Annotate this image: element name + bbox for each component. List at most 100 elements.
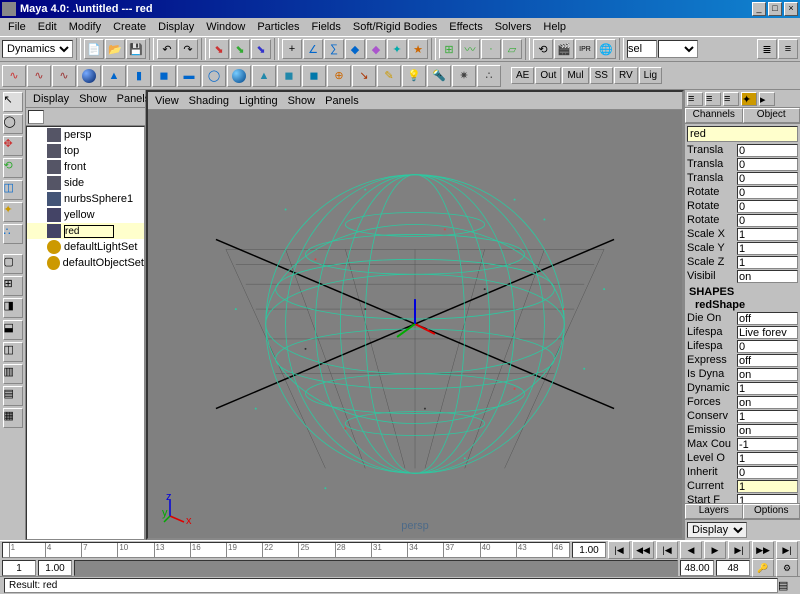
last-tool[interactable]: ∴ [3,224,23,244]
shelf-curve-3[interactable]: ∿ [52,65,76,87]
outliner-display-menu[interactable]: Display [28,92,74,106]
quick-render-button[interactable]: 🎬 [554,39,574,59]
shelf-ik[interactable]: ↘ [352,65,376,87]
layers-tab[interactable]: Layers [685,504,743,519]
shelf-joint[interactable]: ⊕ [327,65,351,87]
shelf-emitter[interactable]: ✷ [452,65,476,87]
playback-start-input[interactable] [38,560,72,576]
mask-handle-button[interactable]: ★ [408,39,428,59]
shelf-cube2[interactable]: ◼ [302,65,326,87]
shelf-particle[interactable]: ∴ [477,65,501,87]
redo-button[interactable]: ↷ [178,39,198,59]
key-fwd-button[interactable]: ▶| [728,541,750,559]
shape-name[interactable]: redShape [687,299,798,311]
show-manip-tool[interactable]: ✦ [3,202,23,222]
menu-window[interactable]: Window [200,20,251,34]
outliner-filter-icon[interactable] [28,110,44,124]
channels-tab[interactable]: Channels [685,108,743,123]
shelf-cone-blue[interactable]: ▲ [102,65,126,87]
ipr-button[interactable]: IPR [575,39,595,59]
range-start-input[interactable] [2,560,36,576]
channel-object-name[interactable]: red [687,126,798,142]
command-type-dropdown[interactable] [658,40,698,58]
outliner-tree[interactable]: persptopfrontsidenurbsSphere1yellowdefau… [26,126,145,540]
outliner-item-front[interactable]: front [27,159,144,175]
object-tab[interactable]: Object [743,108,800,123]
shelf-tab-out[interactable]: Out [535,67,561,84]
shelf-cube1[interactable]: ◼ [277,65,301,87]
layers-dropdown[interactable]: Display [687,522,747,538]
current-frame-input[interactable] [572,542,606,558]
outliner-item-defaultObjectSet[interactable]: defaultObjectSet [27,255,144,271]
shelf-plane-blue[interactable]: ▬ [177,65,201,87]
shelf-tab-ae[interactable]: AE [511,67,534,84]
auto-key-button[interactable]: 🔑 [752,559,774,577]
shelf-tab-ss[interactable]: SS [590,67,613,84]
render-globals-button[interactable]: 🌐 [596,39,616,59]
mask-hull-button[interactable]: ◆ [366,39,386,59]
shelf-light2[interactable]: 🔦 [427,65,451,87]
time-slider[interactable]: 14710131619222528313437404346 [2,542,570,558]
options-tab[interactable]: Options [743,504,800,519]
menu-effects[interactable]: Effects [443,20,488,34]
mask-edge-button[interactable]: ∠ [303,39,323,59]
menu-softrigidbodies[interactable]: Soft/Rigid Bodies [347,20,443,34]
scale-tool[interactable]: ◫ [3,180,23,200]
shelf-cone2[interactable]: ▲ [252,65,276,87]
shelf-torus-blue[interactable]: ◯ [202,65,226,87]
outliner-item-top[interactable]: top [27,143,144,159]
channel-icon-2[interactable]: ≡ [705,92,721,106]
outliner-item-red[interactable] [27,223,144,239]
layout-custom-1[interactable]: ▥ [3,364,23,384]
channel-box-toggle[interactable]: ≣ [757,39,777,59]
lighting-menu[interactable]: Lighting [234,94,283,108]
save-scene-button[interactable]: 💾 [126,39,146,59]
playback-end-input[interactable] [680,560,714,576]
script-editor-button[interactable]: ▤ [778,579,796,593]
goto-start-button[interactable]: |◀ [608,541,630,559]
mask-vertex-button[interactable]: + [282,39,302,59]
shelf-tab-rv[interactable]: RV [614,67,638,84]
command-input[interactable] [627,40,657,58]
menu-fields[interactable]: Fields [306,20,347,34]
menu-file[interactable]: File [2,20,32,34]
snap-curve-button[interactable]: 〰 [460,39,480,59]
shelf-tab-lig[interactable]: Lig [639,67,662,84]
select-tool[interactable]: ↖ [3,92,23,112]
play-fwd-button[interactable]: ▶ [704,541,726,559]
menu-edit[interactable]: Edit [32,20,63,34]
play-back-button[interactable]: ◀ [680,541,702,559]
snap-plane-button[interactable]: ▱ [502,39,522,59]
shelf-sphere-blue[interactable] [77,65,101,87]
layout-four[interactable]: ⊞ [3,276,23,296]
menu-particles[interactable]: Particles [251,20,305,34]
shelf-sphere2[interactable] [227,65,251,87]
move-tool[interactable]: ✥ [3,136,23,156]
lasso-tool[interactable]: ◯ [3,114,23,134]
prefs-button[interactable]: ⚙ [776,559,798,577]
layout-single[interactable]: ▢ [3,254,23,274]
shading-menu[interactable]: Shading [184,94,234,108]
shelf-curve-1[interactable]: ∿ [2,65,26,87]
outliner-rename-input[interactable] [64,225,114,238]
menu-modify[interactable]: Modify [63,20,107,34]
step-fwd-button[interactable]: ▶▶ [752,541,774,559]
mask-face-button[interactable]: ∑ [324,39,344,59]
shelf-curve-2[interactable]: ∿ [27,65,51,87]
outliner-item-defaultLightSet[interactable]: defaultLightSet [27,239,144,255]
mask-pivot-button[interactable]: ✦ [387,39,407,59]
snap-grid-button[interactable]: ⊞ [439,39,459,59]
outliner-item-persp[interactable]: persp [27,127,144,143]
select-hierarchy-button[interactable]: ⬊ [209,39,229,59]
goto-end-button[interactable]: ▶| [776,541,798,559]
channel-icon-1[interactable]: ≡ [687,92,703,106]
layout-hyper[interactable]: ◫ [3,342,23,362]
maximize-button[interactable]: □ [768,2,782,16]
layout-persp-out[interactable]: ◨ [3,298,23,318]
view-menu[interactable]: View [150,94,184,108]
menu-help[interactable]: Help [537,20,572,34]
outliner-item-yellow[interactable]: yellow [27,207,144,223]
layer-editor-toggle[interactable]: ≡ [778,39,798,59]
layout-persp-graph[interactable]: ⬓ [3,320,23,340]
panels-menu[interactable]: Panels [320,94,364,108]
